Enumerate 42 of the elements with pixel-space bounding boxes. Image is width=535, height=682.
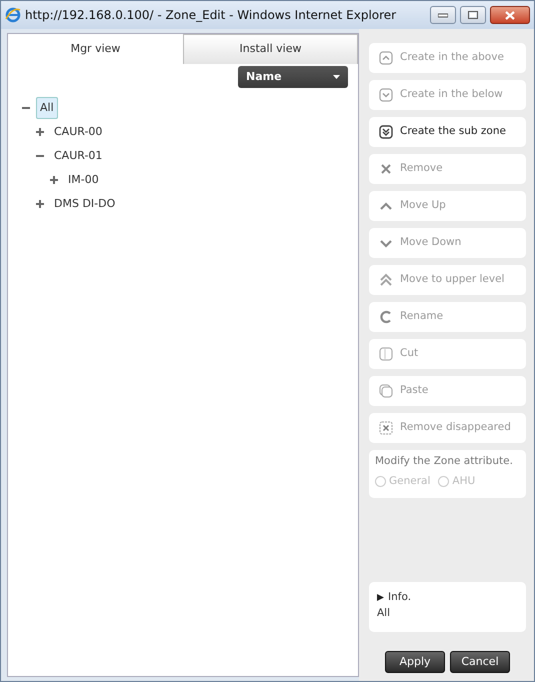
close-icon	[505, 10, 515, 20]
sort-dropdown[interactable]: Name	[238, 66, 348, 88]
browser-logo-icon	[5, 7, 21, 23]
plus-icon	[36, 128, 44, 136]
expand-toggle[interactable]	[22, 104, 30, 112]
expand-toggle[interactable]	[36, 200, 44, 208]
minus-icon	[22, 104, 30, 112]
box-x-icon	[379, 421, 393, 435]
stacked-squares-icon	[379, 384, 393, 398]
view-tab[interactable]: Install view	[183, 34, 358, 64]
info-heading: Info.	[388, 590, 412, 605]
maximize-icon	[468, 11, 478, 19]
action-button[interactable]: Create the sub zone	[369, 117, 526, 147]
plus-icon	[50, 176, 58, 184]
attribute-heading: Modify the Zone attribute.	[375, 454, 514, 469]
info-value: All	[377, 606, 392, 621]
minimize-button[interactable]	[430, 6, 456, 24]
dialog-button[interactable]: Apply	[385, 651, 445, 673]
window-title: http://192.168.0.100/ - Zone_Edit - Windows Internet Explorer	[25, 7, 396, 24]
close-button[interactable]	[490, 6, 530, 24]
arc-icon	[379, 310, 393, 324]
box-double-chevron-icon	[379, 125, 393, 139]
box-chevron-down-icon	[379, 88, 393, 102]
tree-item[interactable]: CAUR-00	[50, 120, 106, 144]
tree-item[interactable]: All	[36, 96, 58, 120]
rounded-square-icon	[379, 347, 393, 361]
tree-item[interactable]: CAUR-01	[50, 144, 106, 168]
expand-toggle[interactable]	[36, 152, 44, 160]
caret-icon	[333, 75, 340, 79]
minus-icon	[36, 152, 44, 160]
expand-toggle[interactable]	[50, 176, 58, 184]
dialog-button[interactable]: Cancel	[450, 651, 510, 673]
triangle-right-icon	[377, 594, 384, 602]
x-icon	[379, 162, 393, 176]
maximize-button[interactable]	[460, 6, 486, 24]
box-chevron-up-icon	[379, 51, 393, 65]
double-chevron-up-icon	[379, 273, 393, 287]
expand-toggle[interactable]	[36, 128, 44, 136]
tree-item[interactable]: IM-00	[64, 168, 103, 192]
tree-item[interactable]: DMS DI-DO	[50, 192, 120, 216]
minimize-icon	[438, 12, 448, 18]
plus-icon	[36, 200, 44, 208]
